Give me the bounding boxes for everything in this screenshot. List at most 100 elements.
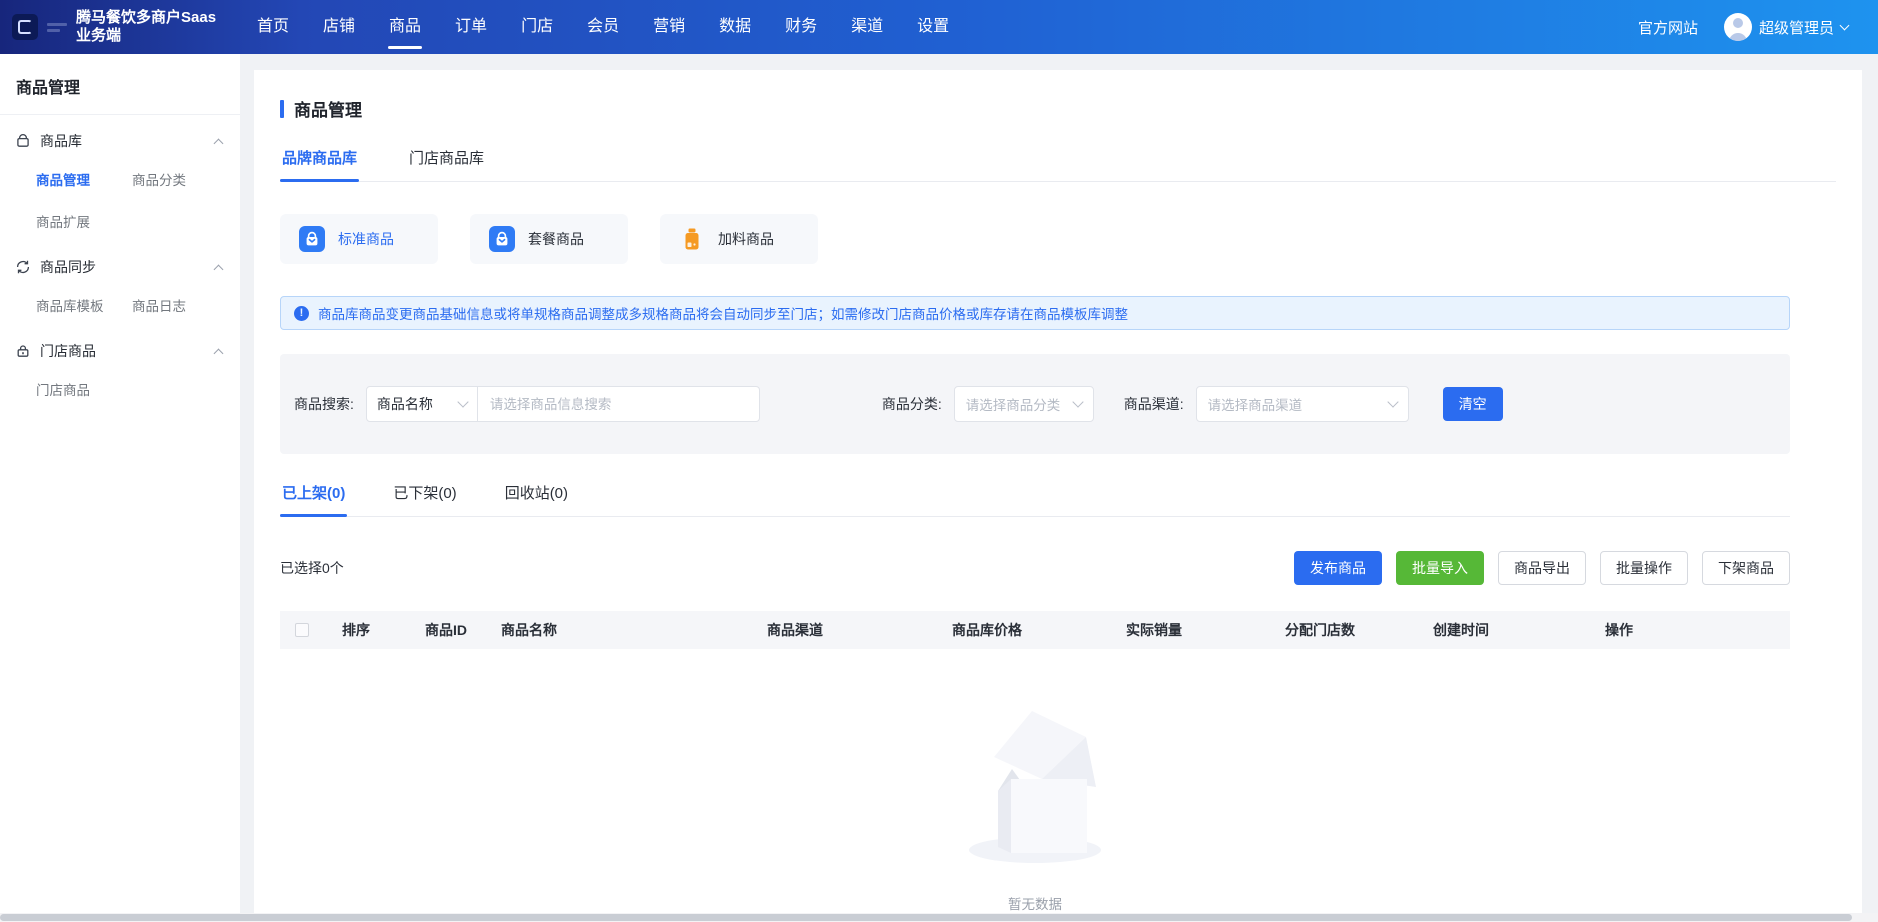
sidebar-group-store-product: 门店商品 门店商品 xyxy=(0,325,240,409)
sidebar-group-label: 商品库 xyxy=(40,131,82,151)
caret-up-icon[interactable] xyxy=(214,264,224,274)
table-header: 排序 商品ID 商品名称 商品渠道 商品库价格 实际销量 分配门店数 创建时间 … xyxy=(280,611,1790,649)
channel-label: 商品渠道: xyxy=(1124,394,1184,414)
tab-brand-library[interactable]: 品牌商品库 xyxy=(280,147,359,181)
column-library-price: 商品库价格 xyxy=(952,620,1126,640)
select-all-checkbox[interactable] xyxy=(295,623,309,637)
sidebar-item-library-template[interactable]: 商品库模板 xyxy=(36,295,132,315)
sidebar-group-items: 门店商品 xyxy=(0,371,240,409)
sidebar-item-product-category[interactable]: 商品分类 xyxy=(132,169,240,189)
nav-item-data[interactable]: 数据 xyxy=(702,0,768,54)
addon-product-label: 加料商品 xyxy=(718,229,774,249)
sidebar-group-label: 商品同步 xyxy=(40,257,96,277)
logo-subtext-decoration xyxy=(47,23,67,32)
keyword-label: 商品搜索: xyxy=(294,394,354,414)
blue-bag-icon xyxy=(299,226,325,252)
bag-icon xyxy=(15,133,31,149)
clear-button[interactable]: 清空 xyxy=(1443,387,1503,421)
chevron-down-icon xyxy=(457,396,468,407)
search-panel: 商品搜索: 商品名称 商品分类: 请选择商品分类 商品渠道: 请选择商品渠道 清… xyxy=(280,354,1790,454)
nav-item-settings[interactable]: 设置 xyxy=(900,0,966,54)
batch-import-button[interactable]: 批量导入 xyxy=(1396,551,1484,585)
header-checkbox-cell xyxy=(280,623,342,637)
page-title: 商品管理 xyxy=(280,96,1836,121)
user-menu[interactable]: 超级管理员 xyxy=(1724,13,1848,41)
blue-bag-icon xyxy=(489,226,515,252)
caret-up-icon[interactable] xyxy=(214,138,224,148)
sidebar-group-header-product-sync[interactable]: 商品同步 xyxy=(0,241,240,287)
top-navbar: 腾马餐饮多商户Saas业务端 首页 店铺 商品 订单 门店 会员 营销 数据 财… xyxy=(0,0,1878,54)
store-lock-icon xyxy=(15,343,31,359)
nav-item-branch[interactable]: 门店 xyxy=(504,0,570,54)
chevron-down-icon xyxy=(1840,20,1850,30)
tab-recycle-bin[interactable]: 回收站(0) xyxy=(503,482,570,516)
main-nav: 首页 店铺 商品 订单 门店 会员 营销 数据 财务 渠道 设置 xyxy=(240,0,966,54)
category-select[interactable]: 请选择商品分类 xyxy=(954,386,1094,422)
selected-count-text: 已选择0个 xyxy=(280,558,344,578)
brand-logo: 腾马餐饮多商户Saas业务端 xyxy=(0,9,226,45)
notice-banner: 商品库商品变更商品基础信息或将单规格商品调整成多规格商品将会自动同步至门店；如需… xyxy=(280,296,1790,330)
content-card: 商品管理 品牌商品库 门店商品库 标准商品 xyxy=(254,70,1862,922)
sidebar-group-header-product-library[interactable]: 商品库 xyxy=(0,115,240,161)
keyword-field-select[interactable]: 商品名称 xyxy=(366,386,478,422)
title-accent-bar xyxy=(280,100,284,118)
column-assigned-stores: 分配门店数 xyxy=(1285,620,1433,640)
channel-placeholder: 请选择商品渠道 xyxy=(1208,394,1303,414)
username: 超级管理员 xyxy=(1759,17,1834,38)
standard-product-card[interactable]: 标准商品 xyxy=(280,214,438,264)
column-created-time: 创建时间 xyxy=(1433,620,1605,640)
nav-item-finance[interactable]: 财务 xyxy=(768,0,834,54)
nav-item-member[interactable]: 会员 xyxy=(570,0,636,54)
sidebar-title: 商品管理 xyxy=(0,54,240,115)
nav-item-product[interactable]: 商品 xyxy=(372,0,438,54)
keyword-search-input[interactable] xyxy=(478,386,760,422)
sidebar-group-header-store-product[interactable]: 门店商品 xyxy=(0,325,240,371)
list-toolbar: 已选择0个 发布商品 批量导入 商品导出 批量操作 下架商品 xyxy=(280,551,1790,585)
avatar xyxy=(1724,13,1752,41)
empty-text: 暂无数据 xyxy=(1008,893,1062,913)
status-tabs: 已上架(0) 已下架(0) 回收站(0) xyxy=(280,482,1790,517)
nav-item-channel[interactable]: 渠道 xyxy=(834,0,900,54)
toolbar-buttons: 发布商品 批量导入 商品导出 批量操作 下架商品 xyxy=(1294,551,1790,585)
main-area: 商品管理 品牌商品库 门店商品库 标准商品 xyxy=(240,54,1878,922)
channel-select[interactable]: 请选择商品渠道 xyxy=(1196,386,1409,422)
chevron-down-icon xyxy=(1387,396,1398,407)
publish-product-button[interactable]: 发布商品 xyxy=(1294,551,1382,585)
horizontal-scrollbar-thumb[interactable] xyxy=(0,914,1852,921)
category-placeholder: 请选择商品分类 xyxy=(966,394,1061,414)
caret-up-icon[interactable] xyxy=(214,348,224,358)
sidebar-item-product-manage[interactable]: 商品管理 xyxy=(36,169,132,189)
empty-state: 暂无数据 xyxy=(280,695,1790,913)
combo-product-card[interactable]: 套餐商品 xyxy=(470,214,628,264)
export-product-button[interactable]: 商品导出 xyxy=(1498,551,1586,585)
sync-icon xyxy=(15,259,31,275)
column-product-name: 商品名称 xyxy=(501,620,767,640)
nav-item-store[interactable]: 店铺 xyxy=(306,0,372,54)
keyword-field-value: 商品名称 xyxy=(377,394,433,414)
nav-item-marketing[interactable]: 营销 xyxy=(636,0,702,54)
column-sort: 排序 xyxy=(342,620,425,640)
orange-bottle-icon xyxy=(679,226,705,252)
batch-operation-button[interactable]: 批量操作 xyxy=(1600,551,1688,585)
column-actual-sales: 实际销量 xyxy=(1126,620,1285,640)
tab-off-shelf[interactable]: 已下架(0) xyxy=(391,482,458,516)
sidebar-item-product-log[interactable]: 商品日志 xyxy=(132,295,240,315)
addon-product-card[interactable]: 加料商品 xyxy=(660,214,818,264)
take-down-button[interactable]: 下架商品 xyxy=(1702,551,1790,585)
tab-store-library[interactable]: 门店商品库 xyxy=(407,147,486,181)
sidebar-group-label: 门店商品 xyxy=(40,341,96,361)
category-label: 商品分类: xyxy=(882,394,942,414)
tab-on-shelf[interactable]: 已上架(0) xyxy=(280,482,347,516)
official-site-link[interactable]: 官方网站 xyxy=(1638,17,1698,38)
nav-item-home[interactable]: 首页 xyxy=(240,0,306,54)
library-tabs: 品牌商品库 门店商品库 xyxy=(280,147,1836,182)
product-type-cards: 标准商品 套餐商品 加料商品 xyxy=(280,214,1836,264)
standard-product-label: 标准商品 xyxy=(338,229,394,249)
sidebar-item-store-product[interactable]: 门店商品 xyxy=(36,379,132,399)
sidebar-group-product-sync: 商品同步 商品库模板 商品日志 xyxy=(0,241,240,325)
horizontal-scrollbar xyxy=(0,913,1878,922)
brand-title: 腾马餐饮多商户Saas业务端 xyxy=(76,9,226,45)
sidebar-item-product-extend[interactable]: 商品扩展 xyxy=(36,211,132,231)
logo-icon xyxy=(12,14,38,40)
nav-item-order[interactable]: 订单 xyxy=(438,0,504,54)
